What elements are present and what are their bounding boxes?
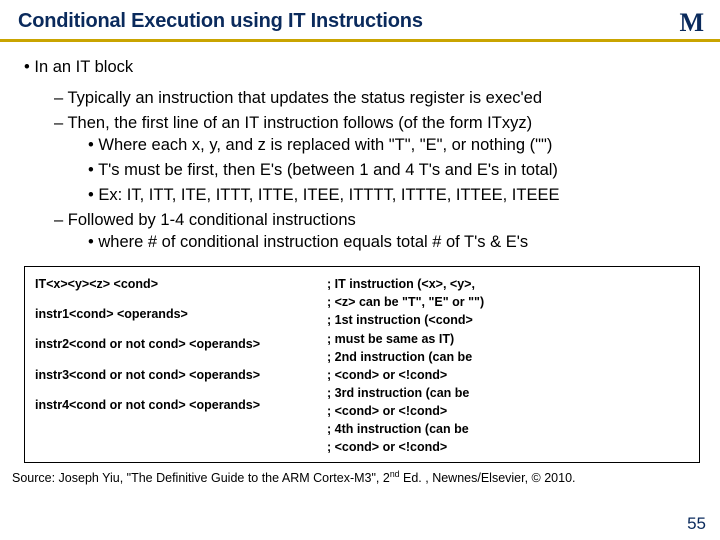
- um-logo: M: [679, 8, 702, 38]
- slide-title: Conditional Execution using IT Instructi…: [0, 0, 720, 39]
- comment-line: ; IT instruction (<x>, <y>,: [327, 275, 689, 293]
- comment-line: ; 4th instruction (can be: [327, 420, 689, 438]
- sub-bullet-c: Followed by 1-4 conditional instructions…: [54, 209, 700, 255]
- main-bullet: In an IT block: [24, 56, 700, 79]
- sub-bullet-b1: Where each x, y, and z is replaced with …: [88, 134, 700, 157]
- code-line: IT<x><y><z> <cond>: [35, 275, 315, 293]
- comment-line: ; <cond> or <!cond>: [327, 402, 689, 420]
- code-line: instr2<cond or not cond> <operands>: [35, 335, 315, 353]
- comment-line: ; <cond> or <!cond>: [327, 366, 689, 384]
- comment-line: ; 3rd instruction (can be: [327, 384, 689, 402]
- title-divider: [0, 39, 720, 42]
- sub-bullet-a: Typically an instruction that updates th…: [54, 87, 700, 110]
- sub-bullet-b: Then, the first line of an IT instructio…: [54, 112, 700, 207]
- code-line: instr3<cond or not cond> <operands>: [35, 366, 315, 384]
- comment-line: ; <z> can be "T", "E" or ""): [327, 293, 689, 311]
- sub-bullet-b2: T's must be first, then E's (between 1 a…: [88, 159, 700, 182]
- comment-line: ; <cond> or <!cond>: [327, 438, 689, 456]
- source-citation: Source: Joseph Yiu, "The Definitive Guid…: [0, 467, 720, 485]
- code-box: IT<x><y><z> <cond> instr1<cond> <operand…: [24, 266, 700, 463]
- code-line: instr4<cond or not cond> <operands>: [35, 396, 315, 414]
- page-number: 55: [687, 514, 706, 534]
- sub-bullet-c1: where # of conditional instruction equal…: [88, 231, 700, 254]
- comment-line: ; 2nd instruction (can be: [327, 348, 689, 366]
- comment-line: ; 1st instruction (<cond>: [327, 311, 689, 329]
- sub-bullet-b3: Ex: IT, ITT, ITE, ITTT, ITTE, ITEE, ITTT…: [88, 184, 700, 207]
- code-left-column: IT<x><y><z> <cond> instr1<cond> <operand…: [35, 275, 315, 456]
- code-line: instr1<cond> <operands>: [35, 305, 315, 323]
- slide-body: In an IT block Typically an instruction …: [0, 56, 720, 463]
- comment-line: ; must be same as IT): [327, 330, 689, 348]
- code-right-column: ; IT instruction (<x>, <y>, ; <z> can be…: [327, 275, 689, 456]
